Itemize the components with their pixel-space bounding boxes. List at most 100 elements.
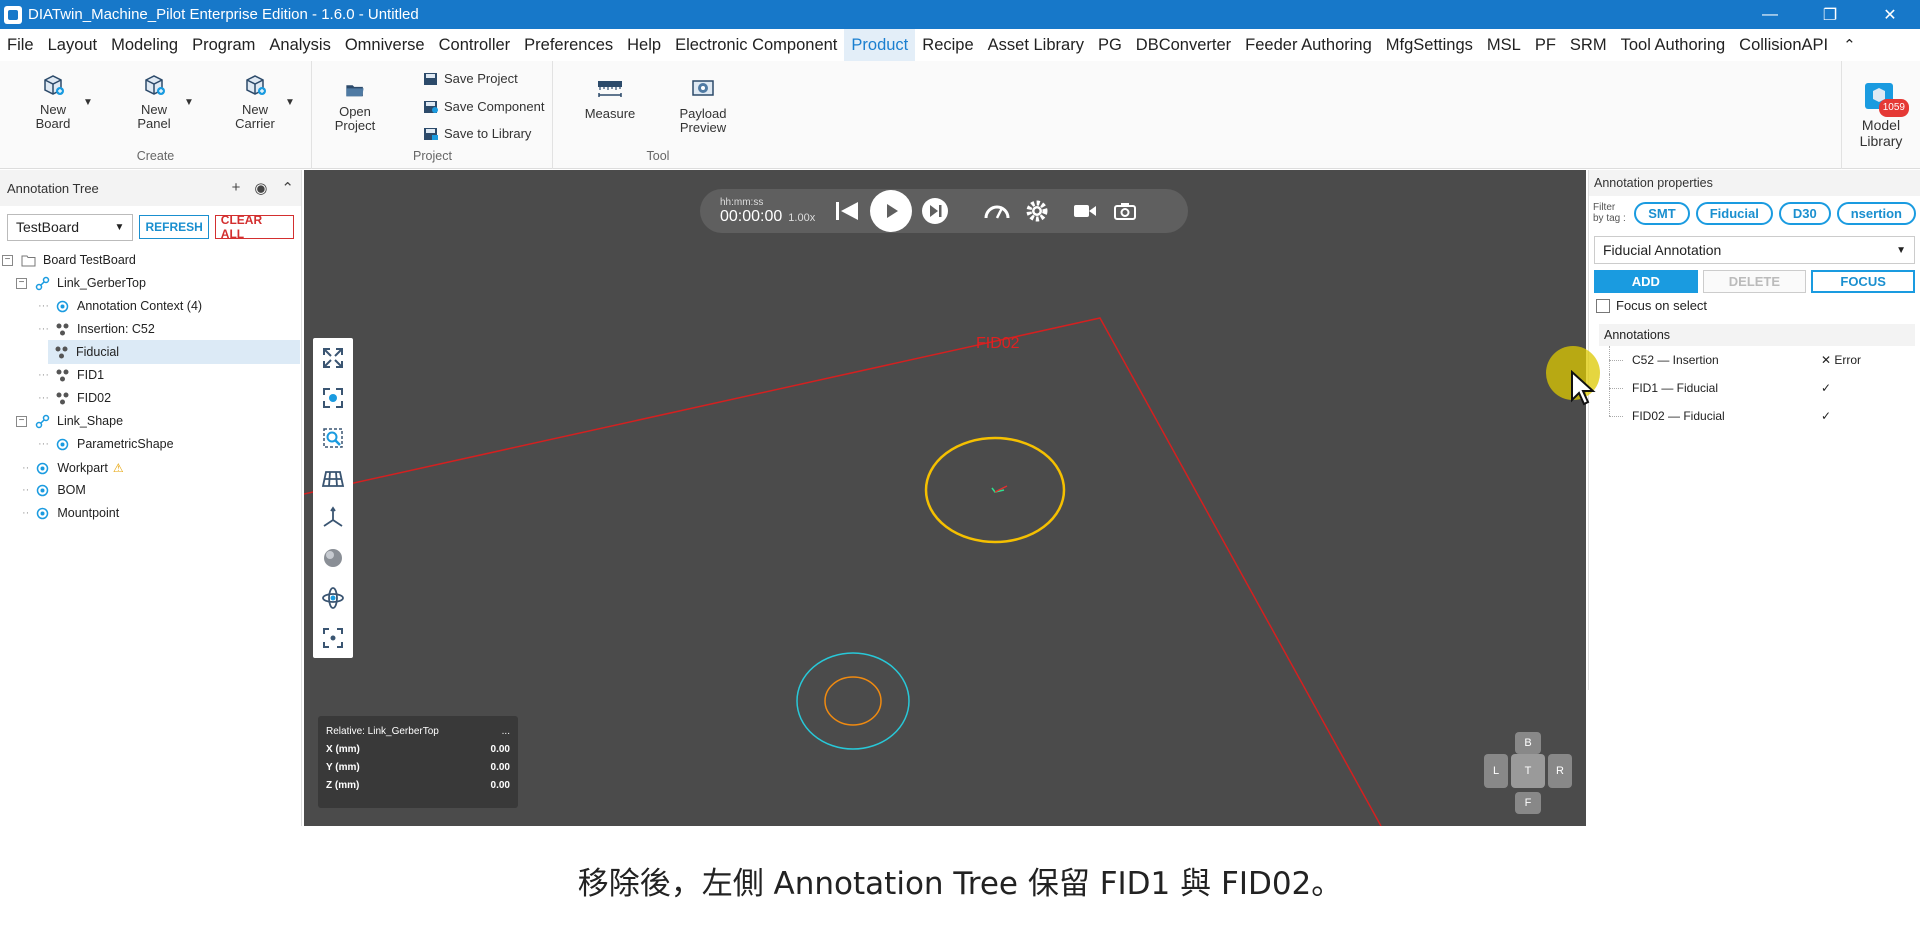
menu-file[interactable]: File bbox=[0, 29, 41, 61]
3d-viewport[interactable]: FID02 hh:mm:ss 00:00:00 1.00x Relative: … bbox=[304, 170, 1586, 826]
focus-on-select-checkbox[interactable] bbox=[1596, 298, 1610, 313]
menu-asset-library[interactable]: Asset Library bbox=[981, 29, 1091, 61]
screenshot-camera-icon[interactable] bbox=[1108, 194, 1142, 228]
axes-icon[interactable] bbox=[313, 498, 353, 538]
tree-node-board[interactable]: − Board TestBoard bbox=[2, 248, 136, 272]
view-top-button[interactable]: T bbox=[1511, 754, 1545, 788]
tree-node-fiducial[interactable]: Fiducial bbox=[48, 340, 300, 364]
tag-d30[interactable]: D30 bbox=[1778, 201, 1831, 225]
annotation-row[interactable]: C52 — Insertion ✕ Error bbox=[1589, 346, 1920, 374]
annotation-row[interactable]: FID1 — Fiducial ✓ bbox=[1589, 374, 1920, 402]
view-back-button[interactable]: B bbox=[1515, 732, 1541, 754]
add-icon[interactable]: + bbox=[232, 179, 241, 197]
tag-insertion[interactable]: nsertion bbox=[1836, 201, 1916, 225]
menu-product[interactable]: Product bbox=[844, 29, 916, 61]
new-board-button[interactable]: New Board bbox=[13, 71, 93, 131]
save-to-library-button[interactable]: Save to Library bbox=[423, 126, 531, 141]
collapse-icon[interactable]: − bbox=[16, 277, 27, 289]
play-button[interactable] bbox=[870, 190, 912, 232]
video-camera-icon[interactable] bbox=[1068, 194, 1102, 228]
open-project-button[interactable]: Open Project bbox=[325, 79, 385, 133]
menu-modeling[interactable]: Modeling bbox=[104, 29, 185, 61]
menu-mfgsettings[interactable]: MfgSettings bbox=[1379, 29, 1480, 61]
collapse-icon[interactable]: − bbox=[2, 254, 13, 266]
tree-node-link-shape[interactable]: − Link_Shape bbox=[16, 409, 123, 433]
payload-preview-button[interactable]: Payload Preview bbox=[668, 75, 738, 135]
link-icon bbox=[35, 276, 50, 290]
view-front-button[interactable]: F bbox=[1515, 792, 1541, 814]
fit-selection-icon[interactable] bbox=[313, 378, 353, 418]
clear-all-button[interactable]: CLEAR ALL bbox=[214, 213, 294, 241]
new-board-dropdown-icon[interactable]: ▼ bbox=[83, 97, 93, 108]
menu-msl[interactable]: MSL bbox=[1480, 29, 1528, 61]
focus-button[interactable]: FOCUS bbox=[1811, 270, 1915, 293]
save-project-button[interactable]: Save Project bbox=[423, 71, 518, 86]
menu-collisionapi[interactable]: CollisionAPI bbox=[1732, 29, 1835, 61]
chevron-up-icon[interactable]: ⌃ bbox=[281, 179, 294, 197]
link-icon bbox=[35, 414, 50, 428]
menu-omniverse[interactable]: Omniverse bbox=[338, 29, 432, 61]
tree-node-bom[interactable]: ·· BOM bbox=[22, 478, 86, 502]
menu-controller[interactable]: Controller bbox=[432, 29, 518, 61]
menu-pg[interactable]: PG bbox=[1091, 29, 1129, 61]
annotation-row[interactable]: FID02 — Fiducial ✓ bbox=[1589, 402, 1920, 430]
menu-feeder-authoring[interactable]: Feeder Authoring bbox=[1238, 29, 1379, 61]
more-options-icon[interactable]: ... bbox=[502, 726, 510, 737]
board-select[interactable]: TestBoard ▼ bbox=[7, 213, 134, 241]
menu-program[interactable]: Program bbox=[185, 29, 262, 61]
tag-smt[interactable]: SMT bbox=[1634, 201, 1690, 225]
delete-button[interactable]: DELETE bbox=[1702, 270, 1807, 293]
view-left-button[interactable]: L bbox=[1484, 754, 1508, 788]
new-carrier-dropdown-icon[interactable]: ▼ bbox=[285, 97, 295, 108]
settings-gear-icon[interactable] bbox=[1020, 194, 1054, 228]
menu-electronic-component[interactable]: Electronic Component bbox=[668, 29, 844, 61]
menu-dbconverter[interactable]: DBConverter bbox=[1129, 29, 1238, 61]
menu-srm[interactable]: SRM bbox=[1563, 29, 1614, 61]
menu-pf[interactable]: PF bbox=[1528, 29, 1563, 61]
menu-recipe[interactable]: Recipe bbox=[915, 29, 980, 61]
grid-icon[interactable] bbox=[313, 458, 353, 498]
tree-node-link-gerbertop[interactable]: − Link_GerberTop bbox=[16, 271, 146, 295]
rewind-icon[interactable] bbox=[830, 194, 864, 228]
new-panel-button[interactable]: New Panel bbox=[114, 71, 194, 131]
annotation-type-select[interactable]: Fiducial Annotation ▼ bbox=[1594, 236, 1915, 264]
tree-node-parametric-shape[interactable]: ··· ParametricShape bbox=[38, 432, 174, 456]
tag-fiducial[interactable]: Fiducial bbox=[1695, 201, 1773, 225]
eye-icon[interactable]: ◉ bbox=[254, 179, 267, 197]
measure-button[interactable]: Measure bbox=[575, 75, 645, 121]
refresh-button[interactable]: REFRESH bbox=[139, 215, 209, 239]
tree-node-annotation-context[interactable]: ··· Annotation Context (4) bbox=[38, 294, 202, 318]
zoom-window-icon[interactable] bbox=[313, 418, 353, 458]
menu-preferences[interactable]: Preferences bbox=[517, 29, 620, 61]
shading-sphere-icon[interactable] bbox=[313, 538, 353, 578]
new-carrier-button[interactable]: New Carrier bbox=[215, 71, 295, 131]
menu-analysis[interactable]: Analysis bbox=[262, 29, 337, 61]
chevron-down-icon: ▼ bbox=[114, 221, 125, 233]
menu-layout[interactable]: Layout bbox=[41, 29, 105, 61]
new-board-label: New Board bbox=[35, 102, 71, 131]
model-library-button[interactable]: 1059 Model Library bbox=[1841, 61, 1920, 169]
tree-node-insertion-c52[interactable]: ··· Insertion: C52 bbox=[38, 317, 155, 341]
collapse-ribbon-icon[interactable]: ⌃ bbox=[1837, 36, 1862, 54]
tree-node-workpart[interactable]: ·· Workpart ⚠ bbox=[22, 456, 124, 480]
menu-help[interactable]: Help bbox=[620, 29, 668, 61]
add-button[interactable]: ADD bbox=[1594, 270, 1698, 293]
fit-all-icon[interactable] bbox=[313, 338, 353, 378]
view-right-button[interactable]: R bbox=[1548, 754, 1572, 788]
close-icon[interactable]: ✕ bbox=[1860, 0, 1920, 29]
focus-point-icon[interactable] bbox=[313, 618, 353, 658]
save-component-button[interactable]: Save Component bbox=[423, 99, 544, 114]
focus-on-select-option[interactable]: Focus on select bbox=[1589, 293, 1920, 318]
restore-icon[interactable]: ❐ bbox=[1800, 0, 1860, 29]
speed-gauge-icon[interactable] bbox=[980, 194, 1014, 228]
orbit-icon[interactable] bbox=[313, 578, 353, 618]
minimize-icon[interactable]: — bbox=[1740, 0, 1800, 29]
step-forward-icon[interactable] bbox=[918, 194, 952, 228]
tree-node-fid1[interactable]: ··· FID1 bbox=[38, 363, 104, 387]
tree-connector bbox=[1609, 388, 1623, 389]
tree-node-fid02[interactable]: ··· FID02 bbox=[38, 386, 111, 410]
new-panel-dropdown-icon[interactable]: ▼ bbox=[184, 97, 194, 108]
menu-tool-authoring[interactable]: Tool Authoring bbox=[1614, 29, 1733, 61]
collapse-icon[interactable]: − bbox=[16, 415, 27, 427]
tree-node-mountpoint[interactable]: ·· Mountpoint bbox=[22, 501, 119, 525]
